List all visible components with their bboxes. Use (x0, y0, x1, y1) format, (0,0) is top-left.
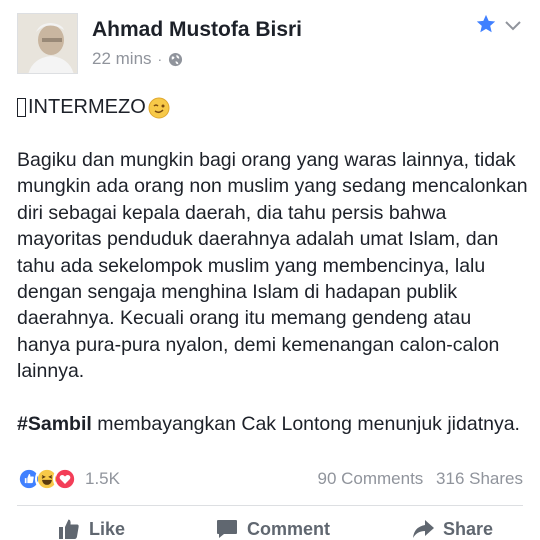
like-button[interactable]: Like (57, 517, 125, 540)
star-icon[interactable] (475, 13, 497, 35)
reactions-count[interactable]: 1.5K (85, 469, 120, 489)
post-meta: 22 mins · (92, 49, 183, 69)
post-paragraph: Bagiku dan mungkin bagi orang yang waras… (17, 149, 528, 383)
post-body: Bagiku dan mungkin bagi orang yang waras… (17, 147, 529, 463)
globe-icon[interactable] (168, 52, 183, 67)
share-button[interactable]: Share (411, 517, 493, 540)
comment-button[interactable]: Comment (215, 517, 330, 540)
comment-share-counts: 90 Comments 316 Shares (317, 469, 523, 489)
hashtag-link[interactable]: #Sambil (17, 413, 92, 435)
share-arrow-icon (413, 520, 434, 538)
shares-count[interactable]: 316 Shares (436, 469, 523, 488)
meta-separator: · (157, 51, 163, 67)
author-name[interactable]: Ahmad Mustofa Bisri (92, 18, 302, 42)
engagement-bar: 1.5K 90 Comments 316 Shares (17, 465, 523, 493)
comment-icon (217, 520, 237, 538)
comment-label: Comment (247, 518, 331, 539)
action-divider (17, 505, 523, 506)
post-paragraph-hashtag: #Sambil membayangkan Cak Lontong menunju… (17, 411, 529, 437)
chevron-down-icon[interactable] (503, 15, 523, 35)
action-bar: Like Comment Share (17, 517, 523, 540)
post-paragraph-text: membayangkan Cak Lontong menunjuk jidatn… (91, 412, 520, 435)
intermezo-text: INTERMEZO (28, 96, 146, 118)
thumbs-up-icon (59, 519, 79, 539)
intermezo-line: INTERMEZO (17, 96, 170, 119)
comments-count[interactable]: 90 Comments (317, 469, 423, 488)
avatar[interactable] (17, 13, 78, 74)
like-label: Like (89, 518, 126, 539)
reactions-summary[interactable] (17, 467, 77, 491)
wink-emoji-icon (148, 97, 170, 118)
timestamp[interactable]: 22 mins (92, 49, 152, 69)
share-label: Share (443, 518, 494, 539)
post-header: Ahmad Mustofa Bisri 22 mins · (17, 13, 527, 75)
love-reaction-icon (53, 467, 77, 491)
missing-glyph-box (17, 98, 26, 117)
